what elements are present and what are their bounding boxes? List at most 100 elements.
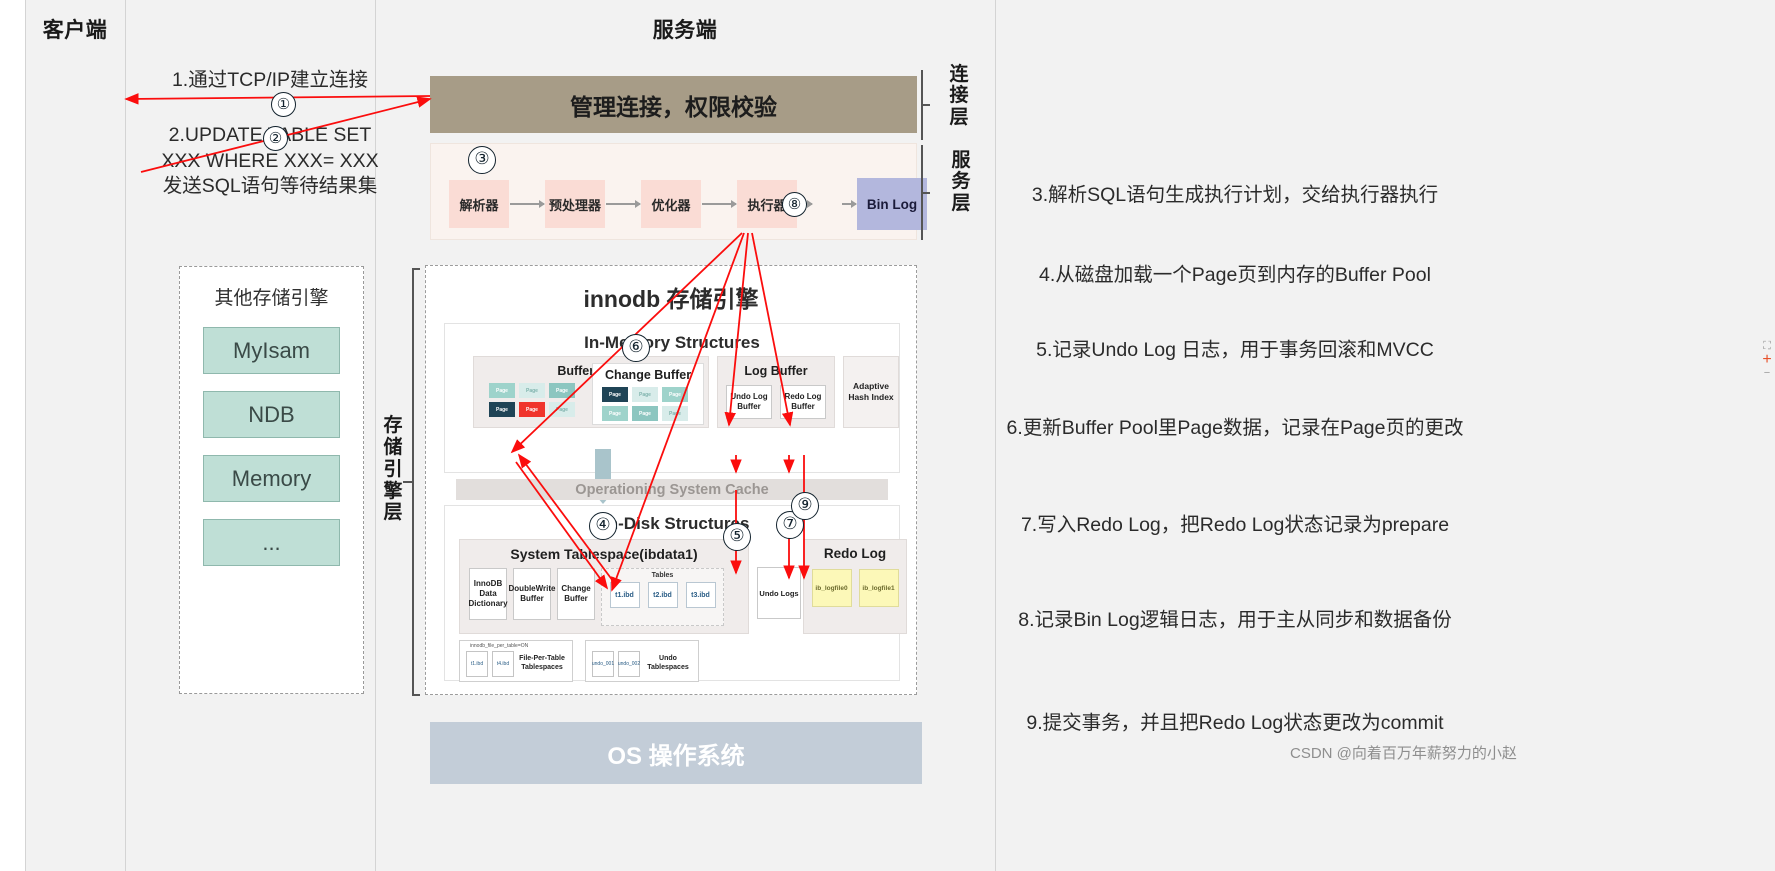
os-bar: OS 操作系统	[430, 722, 922, 784]
step-circle-2: ②	[263, 126, 288, 151]
page-block: Page	[602, 387, 628, 402]
undo-file-2: undo_002	[618, 651, 640, 677]
page-block-modified: Page	[519, 402, 545, 417]
pipeline-arrow-5	[842, 198, 857, 210]
ibd-file-t2: t2.ibd	[647, 580, 684, 608]
pipeline-arrow-2	[606, 198, 641, 210]
watermark: CSDN @向着百万年薪努力的小赵	[1290, 745, 1517, 762]
system-tablespace-items: InnoDB Data Dictionary DoubleWrite Buffe…	[468, 568, 724, 626]
edge-zoom-widget[interactable]: ⛶ + −	[1761, 340, 1773, 379]
ib-logfile0: ib_logfile0	[811, 569, 852, 607]
zoom-in-icon[interactable]: +	[1761, 352, 1773, 368]
engine-ndb[interactable]: NDB	[203, 391, 340, 438]
engine-myisam[interactable]: MyIsam	[203, 327, 340, 374]
page-block: Page	[489, 383, 515, 398]
doublewrite-buffer-box: DoubleWrite Buffer	[509, 568, 555, 620]
note-4: 4.从磁盘加载一个Page页到内存的Buffer Pool	[1039, 264, 1431, 286]
service-layer-label: 服务层	[951, 150, 971, 214]
note-9: 9.提交事务，并且把Redo Log状态更改为commit	[1026, 712, 1444, 734]
on-disk-title: On-Disk Structures	[594, 514, 750, 533]
divider-1	[25, 0, 26, 871]
page-block: Page	[602, 406, 628, 421]
ibd-file-t1: t1.ibd	[609, 580, 646, 608]
storage-layer-label: 存储引擎层	[383, 415, 403, 524]
page-block: Page	[549, 383, 575, 398]
sql-pipeline: 解析器 预处理器 优化器 执行器 Bin Log	[449, 178, 927, 230]
page-block: Page	[519, 383, 545, 398]
step-circle-1: ①	[271, 92, 296, 117]
connection-layer-label: 连接层	[949, 64, 969, 128]
page-block: Page	[489, 402, 515, 417]
operating-system-cache-strip: Operationing System Cache	[456, 479, 888, 500]
other-engines-title: 其他存储引擎	[214, 288, 329, 309]
step-circle-5: ⑤	[723, 523, 751, 551]
ib-logfile1: ib_logfile1	[858, 569, 899, 607]
in-memory-title: In-Memory Structures	[584, 333, 760, 352]
on-disk-structures: On-Disk Structures System Tablespace(ibd…	[444, 505, 907, 682]
note-7: 7.写入Redo Log，把Redo Log状态记录为prepare	[1020, 514, 1450, 536]
page-block: Page	[662, 387, 688, 402]
client-step-1: 1.通过TCP/IP建立连接	[171, 69, 369, 91]
undo-file-1: undo_001	[592, 651, 614, 677]
preprocessor-box: 预处理器	[545, 180, 605, 228]
note-5: 5.记录Undo Log 日志，用于事务回滚和MVCC	[1036, 339, 1434, 361]
binlog-box: Bin Log	[857, 178, 927, 230]
redo-log-files: ib_logfile0 ib_logfile1	[804, 569, 906, 607]
change-buffer-title: Change Buffer	[604, 368, 692, 382]
parser-box: 解析器	[449, 180, 509, 228]
connection-management-bar: 管理连接，权限校验	[430, 76, 917, 133]
change-buffer-panel: Change Buffer Page Page Page Page Page P…	[592, 363, 704, 425]
redo-log-panel: Redo Log ib_logfile0 ib_logfile1	[803, 539, 907, 634]
innodb-title: innodb 存储引擎	[583, 286, 759, 312]
engine-more[interactable]: ...	[203, 519, 340, 566]
divider-2	[125, 0, 126, 871]
innodb-data-dictionary-box: InnoDB Data Dictionary	[468, 568, 508, 620]
step-circle-6: ⑥	[622, 334, 650, 362]
file-per-table-tablespaces: innodb_file_per_table=ON t1.ibd t4.ibd F…	[459, 640, 573, 682]
note-6: 6.更新Buffer Pool里Page数据，记录在Page页的更改	[1006, 417, 1464, 439]
page-block: Page	[662, 406, 688, 421]
system-tablespace-title: System Tablespace(ibdata1)	[510, 546, 698, 562]
adaptive-hash-index-box: Adaptive Hash Index	[843, 356, 899, 428]
server-header: 服务端	[652, 19, 718, 42]
step-circle-3: ③	[468, 146, 496, 174]
page-block: Page	[632, 406, 658, 421]
bottom-tablespaces-row: innodb_file_per_table=ON t1.ibd t4.ibd F…	[459, 640, 699, 682]
undo-logs-box: Undo Logs	[757, 567, 801, 619]
zoom-out-icon[interactable]: −	[1761, 367, 1773, 379]
ibd-file-t3: t3.ibd	[685, 580, 722, 608]
page-block: Page	[632, 387, 658, 402]
diagram-root: 客户端 服务端 1.通过TCP/IP建立连接 2.UPDATE TABLE SE…	[0, 0, 1775, 871]
note-8: 8.记录Bin Log逻辑日志，用于主从同步和数据备份	[1018, 609, 1452, 631]
fpt-file-1: t1.ibd	[466, 651, 488, 677]
divider-4	[995, 0, 996, 871]
file-per-table-label: File-Per-Table Tablespaces	[519, 655, 565, 671]
client-header: 客户端	[42, 19, 108, 42]
other-storage-engines-panel: 其他存储引擎 MyIsam NDB Memory ...	[179, 266, 364, 694]
buffer-pool-panel: Buffer Pool Page Page Page Page Page Pag…	[473, 356, 709, 428]
tables-caption: Tables	[651, 572, 674, 579]
fpt-file-2: t4.ibd	[492, 651, 514, 677]
service-layer-panel: 解析器 预处理器 优化器 执行器 Bin Log	[430, 143, 927, 240]
redo-log-buffer-box: Redo Log Buffer	[780, 385, 826, 419]
log-buffer-panel: Log Buffer Undo Log Buffer Redo Log Buff…	[717, 356, 835, 428]
step-circle-8: ⑧	[782, 192, 807, 217]
step-circle-4: ④	[589, 512, 617, 540]
buffer-pool-pages: Page Page Page Page Page Page	[476, 378, 588, 417]
note-3: 3.解析SQL语句生成执行计划，交给执行器执行	[1031, 184, 1439, 206]
change-buffer-pages: Page Page Page Page Page Page	[593, 382, 697, 421]
in-memory-structures: In-Memory Structures Buffer Pool Page Pa…	[444, 323, 900, 473]
undo-tablespaces-label: Undo Tablespaces	[647, 655, 689, 671]
undo-tablespaces: undo_001 undo_002 Undo Tablespaces	[585, 640, 699, 682]
step-circle-9: ⑨	[791, 492, 819, 520]
left-white-edge	[0, 0, 25, 871]
tables-group: Tables t1.ibd t2.ibd t3.ibd	[601, 568, 724, 626]
change-buffer-disk-box: Change Buffer	[557, 568, 595, 620]
optimizer-box: 优化器	[641, 180, 701, 228]
pipeline-arrow-3	[702, 198, 737, 210]
ibd-files: t1.ibd t2.ibd t3.ibd	[602, 580, 723, 608]
file-per-table-caption: innodb_file_per_table=ON	[470, 643, 529, 649]
engine-memory[interactable]: Memory	[203, 455, 340, 502]
log-buffer-title: Log Buffer	[744, 364, 808, 378]
pipeline-arrow-1	[510, 198, 545, 210]
